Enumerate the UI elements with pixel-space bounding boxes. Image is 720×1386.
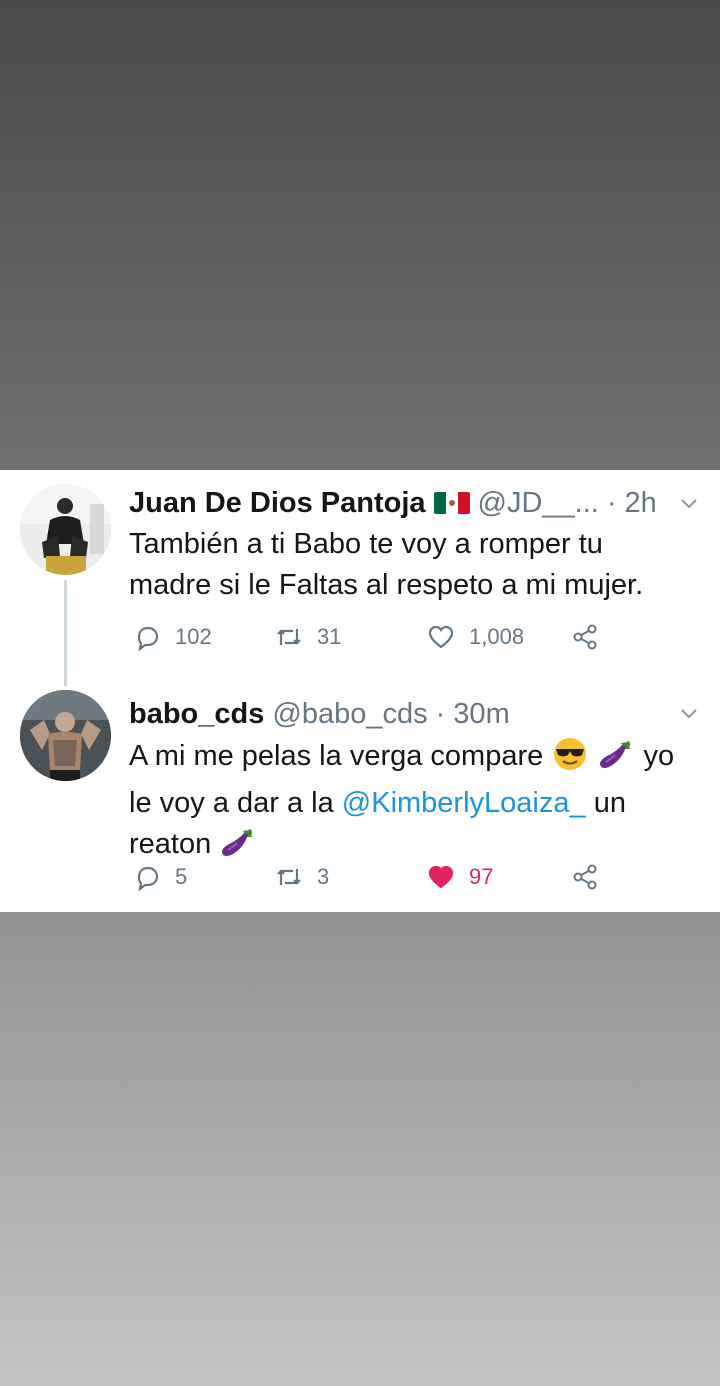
like-icon	[428, 625, 454, 649]
retweet-button[interactable]: 3	[275, 860, 329, 894]
tweet-text-part: A mi me pelas la verga compare	[129, 740, 544, 772]
screen: { "tweets": [ { "name": "Juan De Dios Pa…	[0, 0, 720, 1386]
retweet-icon	[277, 629, 301, 645]
display-name[interactable]: babo_cds	[129, 698, 264, 731]
eggplant-emoji	[597, 737, 635, 783]
timestamp[interactable]: · 2h	[607, 487, 657, 520]
tweet-text: A mi me pelas la verga compare yo le voy…	[129, 736, 690, 871]
reply-button[interactable]: 5	[133, 860, 187, 894]
mention-link[interactable]: @KimberlyLoaiza_	[342, 787, 586, 819]
share-icon	[573, 864, 597, 890]
mexico-flag-icon	[433, 492, 470, 514]
tweet-header: babo_cds @babo_cds · 30m	[129, 694, 700, 734]
share-icon	[573, 624, 597, 650]
tweet-thread-card: Juan De Dios Pantoja @JD__... · 2h Tambi…	[0, 470, 720, 912]
retweet-count: 3	[317, 864, 330, 889]
avatar[interactable]	[20, 690, 111, 781]
tweet[interactable]: Juan De Dios Pantoja @JD__... · 2h Tambi…	[0, 470, 720, 686]
display-name[interactable]: Juan De Dios Pantoja	[129, 487, 426, 520]
tweet-text: También a ti Babo te voy a romper tu mad…	[129, 528, 644, 601]
user-handle[interactable]: @babo_cds	[272, 698, 427, 731]
retweet-button[interactable]: 31	[275, 620, 341, 654]
tweet[interactable]: babo_cds @babo_cds · 30m A mi me pelas l…	[0, 680, 720, 912]
like-count: 1,008	[469, 624, 525, 649]
reply-icon	[137, 626, 159, 651]
like-button[interactable]: 97	[427, 860, 493, 894]
like-icon	[428, 865, 454, 889]
reply-count: 5	[175, 864, 188, 889]
chevron-down-icon[interactable]	[678, 702, 700, 724]
share-button[interactable]	[571, 620, 599, 654]
reply-count: 102	[175, 624, 212, 649]
retweet-count: 31	[317, 624, 342, 649]
timestamp[interactable]: · 30m	[436, 698, 510, 731]
tweet-actions: 102 31 1,008	[133, 620, 613, 654]
chevron-down-icon[interactable]	[678, 492, 700, 514]
tweet-actions: 5 3 97	[133, 860, 613, 894]
share-button[interactable]	[571, 860, 599, 894]
avatar[interactable]	[20, 484, 111, 575]
like-count: 97	[469, 864, 494, 889]
thread-line	[64, 580, 67, 686]
smiling-face-with-sunglasses-emoji	[551, 737, 589, 783]
like-button[interactable]: 1,008	[427, 620, 524, 654]
user-handle[interactable]: @JD__...	[478, 487, 599, 520]
reply-icon	[137, 866, 159, 891]
tweet-header: Juan De Dios Pantoja @JD__... · 2h	[129, 483, 700, 523]
retweet-icon	[277, 869, 301, 885]
reply-button[interactable]: 102	[133, 620, 212, 654]
